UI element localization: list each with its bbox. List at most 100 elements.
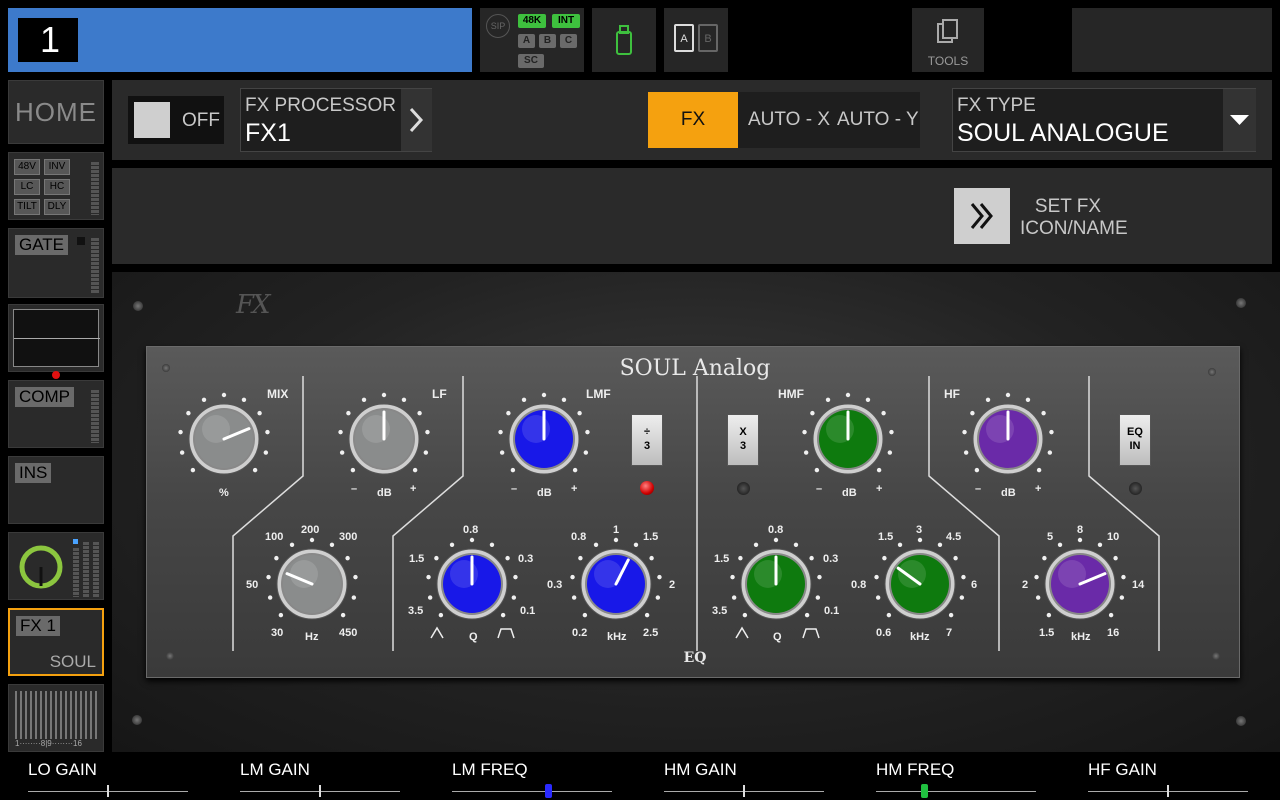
hf-gain-knob[interactable] xyxy=(962,392,1054,475)
knob-tick xyxy=(1046,612,1052,618)
knob-tick xyxy=(263,450,269,455)
lf-freq-knob[interactable] xyxy=(266,537,358,620)
knob-tick xyxy=(961,574,966,580)
knob-tick xyxy=(412,467,418,473)
encoder-slider-handle[interactable] xyxy=(921,784,928,798)
hf-gain-minus: – xyxy=(975,483,982,495)
hf-freq-scale-label: 16 xyxy=(1107,627,1120,639)
knob-tick xyxy=(803,450,809,455)
lf-freq-scale-label: 300 xyxy=(339,531,358,543)
knob-tick xyxy=(731,595,737,600)
encoder-slider-handle[interactable] xyxy=(545,784,552,798)
knob-tick xyxy=(649,555,654,561)
hmf-gain-knob[interactable] xyxy=(802,392,894,475)
lmf-divide3-button[interactable]: ÷ 3 xyxy=(631,414,663,466)
hf-freq-scale-label: 14 xyxy=(1132,579,1145,591)
knob-highlight xyxy=(754,560,782,588)
knob-tick xyxy=(381,392,387,398)
mix-knob[interactable] xyxy=(178,392,270,475)
knob-tick xyxy=(1036,467,1042,473)
hmf-freq-unit: kHz xyxy=(910,631,930,643)
lmf-led-red xyxy=(640,481,654,495)
encoder-slider-handle[interactable] xyxy=(743,785,745,797)
knob-tick xyxy=(1097,542,1103,547)
knob-tick xyxy=(937,542,943,547)
knob-tick xyxy=(278,612,284,618)
knob-layer xyxy=(178,392,1126,620)
knob-tick xyxy=(570,574,575,580)
knob-tick xyxy=(426,574,431,580)
encoder-slider-handle[interactable] xyxy=(107,785,109,797)
hmf-q-knob[interactable] xyxy=(730,537,822,620)
hmf-freq-scale-label: 3 xyxy=(916,524,923,536)
knob-tick xyxy=(351,595,357,600)
knob-tick xyxy=(577,410,582,416)
lmf-gain-knob[interactable] xyxy=(498,392,590,475)
knob-tick xyxy=(1121,574,1126,580)
hmf-q-scale-label: 0.8 xyxy=(768,524,784,536)
knob-tick xyxy=(953,555,958,561)
knob-tick xyxy=(1113,555,1118,561)
eq-in-led xyxy=(1129,482,1142,495)
knob-tick xyxy=(513,574,518,580)
hmf-freq-knob[interactable] xyxy=(874,537,966,620)
knob-tick xyxy=(865,397,871,402)
lmf-gain-unit: dB xyxy=(537,487,552,499)
lmf-gain-minus: – xyxy=(511,483,518,495)
knob-tick xyxy=(252,467,258,473)
bell-narrow-icon xyxy=(735,626,749,639)
knob-tick xyxy=(738,555,743,561)
knob-tick xyxy=(511,595,517,600)
encoder-slider-track[interactable] xyxy=(876,791,1036,792)
hf-gain-unit: dB xyxy=(1001,487,1016,499)
hmf-freq-scale-label: 4.5 xyxy=(946,531,962,543)
knob-tick xyxy=(489,542,495,547)
hmf-x3-button[interactable]: X 3 xyxy=(727,414,759,466)
knob-tick xyxy=(309,537,315,543)
lmf-freq-scale-label: 2.5 xyxy=(643,627,659,639)
knob-tick xyxy=(742,612,748,618)
lf-freq-unit: Hz xyxy=(305,631,319,643)
lmf-freq-unit: kHz xyxy=(607,631,627,643)
hmf-led-off xyxy=(737,482,750,495)
knob-highlight xyxy=(826,415,854,443)
knob-highlight xyxy=(290,560,318,588)
knob-tick xyxy=(561,397,567,402)
hmf-q-scale-label: 0.1 xyxy=(824,605,840,617)
knob-tick xyxy=(1047,450,1053,455)
knob-tick xyxy=(241,397,247,402)
encoder-lo-gain-label: LO GAIN xyxy=(28,760,97,779)
knob-highlight xyxy=(594,560,622,588)
knob-tick xyxy=(289,542,295,547)
hmf-q-shape-icons xyxy=(735,626,820,639)
lmf-q-knob[interactable] xyxy=(426,537,518,620)
knob-tick xyxy=(266,574,271,580)
lmf-freq-knob[interactable] xyxy=(570,537,662,620)
hmf-freq-scale-label: 1.5 xyxy=(878,531,894,543)
eq-in-button[interactable]: EQ IN xyxy=(1119,414,1151,466)
knob-tick xyxy=(510,467,516,473)
hmf-q-scale-label: 0.3 xyxy=(823,553,839,565)
hmf-freq-scale-label: 6 xyxy=(971,579,978,591)
knob-tick xyxy=(804,612,810,618)
encoder-slider-handle[interactable] xyxy=(1167,785,1169,797)
knob-tick xyxy=(571,595,577,600)
encoder-slider-handle[interactable] xyxy=(319,785,321,797)
knob-tick xyxy=(346,410,351,416)
hmf-gain-plus: + xyxy=(876,483,883,495)
knob-tick xyxy=(265,429,270,435)
lf-freq-scale-label: 450 xyxy=(339,627,358,639)
lf-freq-scale-label: 30 xyxy=(271,627,284,639)
knob-tick xyxy=(201,397,207,402)
encoder-slider-track[interactable] xyxy=(452,791,612,792)
knob-highlight xyxy=(362,415,390,443)
hf-freq-scale-label: 8 xyxy=(1077,524,1084,536)
hmf-q-scale-label: 3.5 xyxy=(712,605,728,617)
knob-tick xyxy=(541,392,547,398)
knob-tick xyxy=(802,429,807,435)
hf-freq-knob[interactable] xyxy=(1034,537,1126,620)
lf-gain-knob[interactable] xyxy=(338,392,430,475)
knob-tick xyxy=(505,555,510,561)
knob-tick xyxy=(267,595,273,600)
knob-tick xyxy=(339,450,345,455)
